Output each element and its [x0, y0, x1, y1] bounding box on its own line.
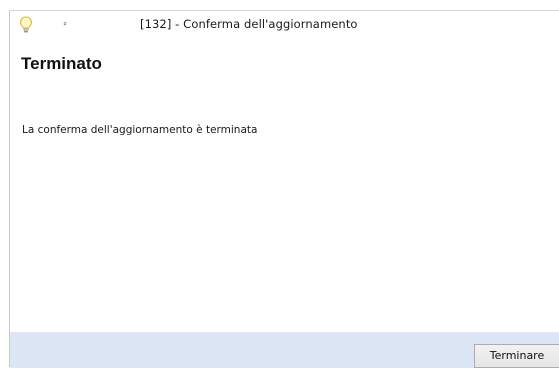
- dialog-window: ⸗ [132] - Conferma dell'aggiornamento Te…: [9, 10, 559, 368]
- lightbulb-icon: [19, 16, 33, 34]
- finish-button[interactable]: Terminare: [474, 344, 559, 368]
- dialog-footer: Terminare: [10, 332, 559, 368]
- title-bar[interactable]: ⸗ [132] - Conferma dell'aggiornamento: [10, 11, 559, 39]
- quick-access-menu-icon[interactable]: ⸗: [60, 17, 70, 31]
- window-title: [132] - Conferma dell'aggiornamento: [140, 17, 358, 31]
- page-heading: Terminato: [21, 54, 102, 73]
- status-message: La conferma dell'aggiornamento è termina…: [22, 124, 258, 136]
